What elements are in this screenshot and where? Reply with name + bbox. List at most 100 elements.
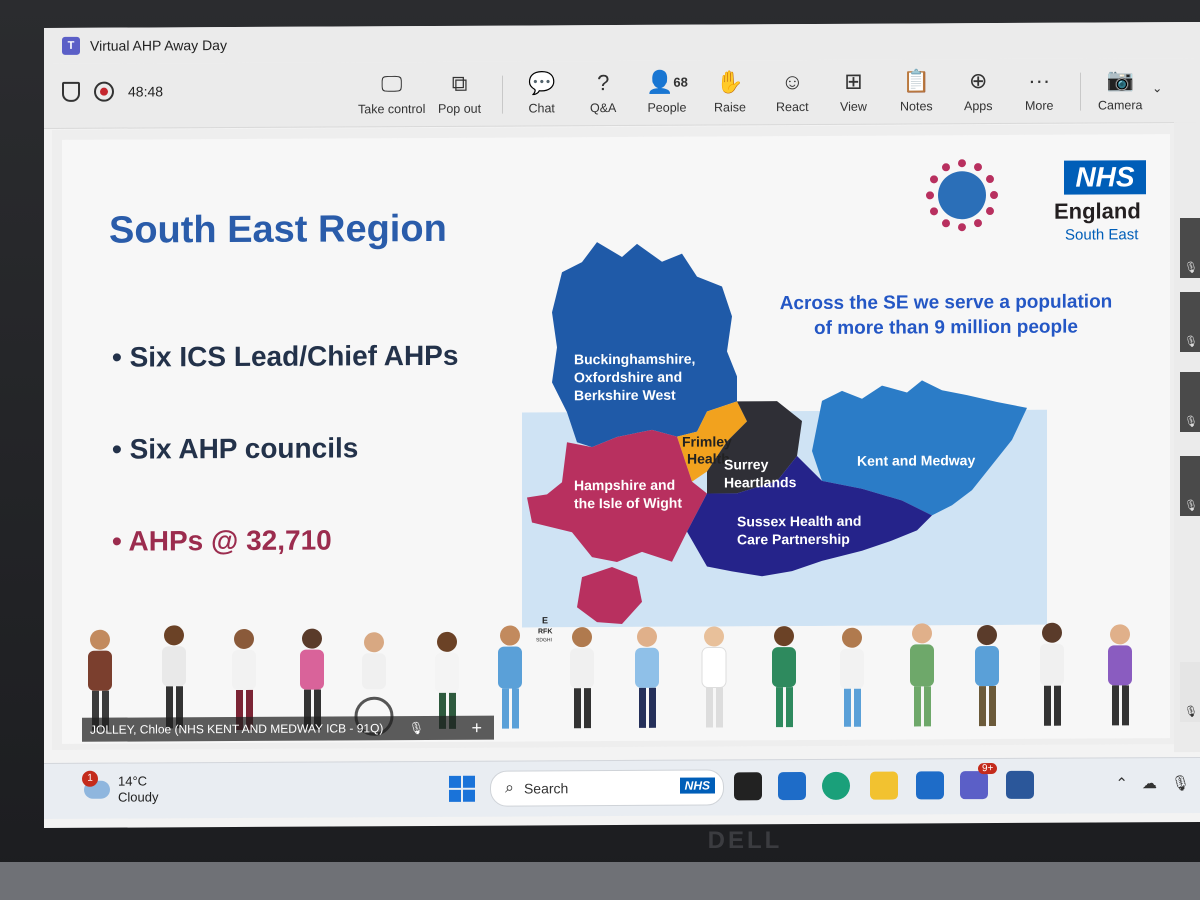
participant-tile[interactable]: 🎙 xyxy=(1180,661,1200,723)
camera-off-icon: 📷 xyxy=(1106,67,1134,93)
weather-condition: Cloudy xyxy=(118,789,159,805)
weather-widget[interactable]: 1 14°C Cloudy xyxy=(82,770,159,805)
label-sussex-line2: Care Partnership xyxy=(737,531,850,548)
people-icon: 👤 xyxy=(646,69,674,95)
label-surrey-line2: Heartlands xyxy=(724,474,797,490)
participant-tile[interactable]: 🎙 xyxy=(1180,371,1200,433)
view-button[interactable]: ⊞ View xyxy=(840,68,867,114)
task-view-icon[interactable] xyxy=(734,772,762,801)
raise-hand-icon: ✋ xyxy=(716,69,744,95)
take-control-button[interactable]: 🖵 Take control xyxy=(358,70,425,116)
file-explorer-icon[interactable] xyxy=(870,771,898,800)
label-buckinghamshire-line3: Berkshire West xyxy=(574,387,676,404)
search-icon: ⌕ xyxy=(505,779,514,797)
window-title: Virtual AHP Away Day xyxy=(90,37,227,54)
microphone-icon[interactable]: 🎙 xyxy=(1171,774,1190,792)
meeting-status: 48:48 xyxy=(62,81,163,102)
nhs-logo-england: England xyxy=(1054,198,1141,224)
slide-bullet: • AHPs @ 32,710 xyxy=(112,524,332,557)
more-button[interactable]: ··· More xyxy=(1025,67,1053,113)
label-frimley-line1: Frimley xyxy=(682,433,732,449)
toolbar-divider xyxy=(1080,72,1081,111)
virus-logo-icon xyxy=(926,159,998,232)
participant-tile[interactable]: 🎙 xyxy=(1180,455,1200,517)
notes-icon: 📋 xyxy=(902,68,931,94)
qa-icon: ? xyxy=(597,70,610,96)
label-hampshire-line1: Hampshire and xyxy=(574,477,675,494)
view-icon: ⊞ xyxy=(844,68,863,94)
take-control-icon: 🖵 xyxy=(381,71,403,97)
presentation-slide: South East Region • Six ICS Lead/Chief A… xyxy=(62,134,1170,744)
mic-muted-icon: 🎙 xyxy=(1184,335,1198,349)
participant-name: JOLLEY, Chloe (NHS KENT AND MEDWAY ICB -… xyxy=(90,721,384,737)
participant-tile[interactable]: 🎙 xyxy=(1180,217,1200,279)
south-east-map: Buckinghamshire, Oxfordshire and Berkshi… xyxy=(522,242,1047,628)
outlook-new-icon[interactable] xyxy=(916,771,944,800)
pop-out-button[interactable]: ⧉ Pop out xyxy=(438,70,481,116)
word-icon[interactable] xyxy=(1006,770,1034,799)
mic-muted-icon: 🎙 xyxy=(1184,261,1198,275)
mic-muted-icon: 🎙 xyxy=(1184,705,1198,719)
eye-chart-line3: SDGHI xyxy=(536,637,552,643)
camera-button[interactable]: 📷 Camera xyxy=(1098,66,1142,112)
nhs-search-badge: NHS xyxy=(679,777,715,794)
shield-icon xyxy=(62,81,80,102)
chat-button[interactable]: 💬 Chat xyxy=(528,69,555,115)
nhs-logo: NHS xyxy=(1064,160,1146,195)
windows-taskbar: 1 14°C Cloudy ⌕ Search NHS 9+ ⌃ ☁ 🎙 xyxy=(44,756,1200,819)
chat-icon: 💬 xyxy=(528,70,556,96)
windows-start-icon[interactable] xyxy=(449,775,475,802)
apps-button[interactable]: ⊕ Apps xyxy=(964,67,993,113)
weather-temperature: 14°C xyxy=(118,773,148,789)
plus-icon[interactable]: + xyxy=(471,716,482,740)
onedrive-icon[interactable]: ☁ xyxy=(1142,774,1157,792)
meeting-toolbar: 48:48 🖵 Take control ⧉ Pop out 💬 Chat ? … xyxy=(44,57,1200,129)
shared-content-stage: South East Region • Six ICS Lead/Chief A… xyxy=(52,124,1174,750)
label-hampshire-line2: the Isle of Wight xyxy=(574,495,682,512)
teams-icon[interactable] xyxy=(960,771,988,800)
label-surrey-line1: Surrey xyxy=(724,456,769,472)
mic-muted-icon: 🎙 xyxy=(1184,499,1198,513)
cloud-icon: 1 xyxy=(82,770,110,799)
mic-muted-icon: 🎙 xyxy=(408,721,424,736)
meeting-timer: 48:48 xyxy=(128,83,164,100)
notification-badge: 1 xyxy=(82,770,98,787)
mic-muted-icon: 🎙 xyxy=(1184,415,1198,429)
participant-name-bar: JOLLEY, Chloe (NHS KENT AND MEDWAY ICB -… xyxy=(82,715,494,742)
screen: T Virtual AHP Away Day 48:48 🖵 Take cont… xyxy=(44,21,1200,828)
eye-chart-line2: RFK xyxy=(538,628,552,635)
recording-icon xyxy=(94,81,114,102)
people-count: 68 xyxy=(673,74,688,90)
people-button[interactable]: 👤68 People xyxy=(646,69,688,115)
search-placeholder: Search xyxy=(523,780,569,797)
chevron-up-icon[interactable]: ⌃ xyxy=(1115,774,1128,792)
label-kent: Kent and Medway xyxy=(857,452,975,469)
eye-chart-line1: E xyxy=(542,615,548,625)
label-buckinghamshire-line1: Buckinghamshire, xyxy=(574,351,695,368)
label-sussex-line1: Sussex Health and xyxy=(737,513,861,530)
participant-side-panel: 🎙 🎙 🎙 🎙 🎙 xyxy=(1174,121,1200,753)
participant-tile[interactable]: 🎙 xyxy=(1180,291,1200,353)
notes-button[interactable]: 📋 Notes xyxy=(900,67,933,113)
react-button[interactable]: ☺ React xyxy=(776,68,809,114)
qa-button[interactable]: ? Q&A xyxy=(590,69,616,115)
react-icon: ☺ xyxy=(781,69,804,95)
slide-bullet: • Six ICS Lead/Chief AHPs xyxy=(112,339,459,373)
label-buckinghamshire-line2: Oxfordshire and xyxy=(574,369,682,386)
teams-app-icon: T xyxy=(62,36,80,55)
dell-logo: DELL xyxy=(707,827,783,854)
outlook-icon[interactable] xyxy=(778,772,806,801)
system-tray: ⌃ ☁ 🎙 xyxy=(1115,774,1190,792)
pop-out-icon: ⧉ xyxy=(451,70,468,96)
camera-options-chevron-icon[interactable]: ⌄ xyxy=(1152,80,1162,95)
toolbar-divider xyxy=(502,75,503,114)
nhs-logo-region: South East xyxy=(1065,226,1139,244)
title-bar: T Virtual AHP Away Day xyxy=(44,21,1200,64)
slide-title: South East Region xyxy=(109,207,447,252)
apps-icon: ⊕ xyxy=(969,68,988,94)
slide-bullet: • Six AHP councils xyxy=(112,432,359,465)
desk-surface xyxy=(0,862,1200,900)
taskbar-search[interactable]: ⌕ Search NHS xyxy=(490,769,724,807)
edge-icon[interactable] xyxy=(822,771,850,800)
raise-hand-button[interactable]: ✋ Raise xyxy=(714,68,746,114)
